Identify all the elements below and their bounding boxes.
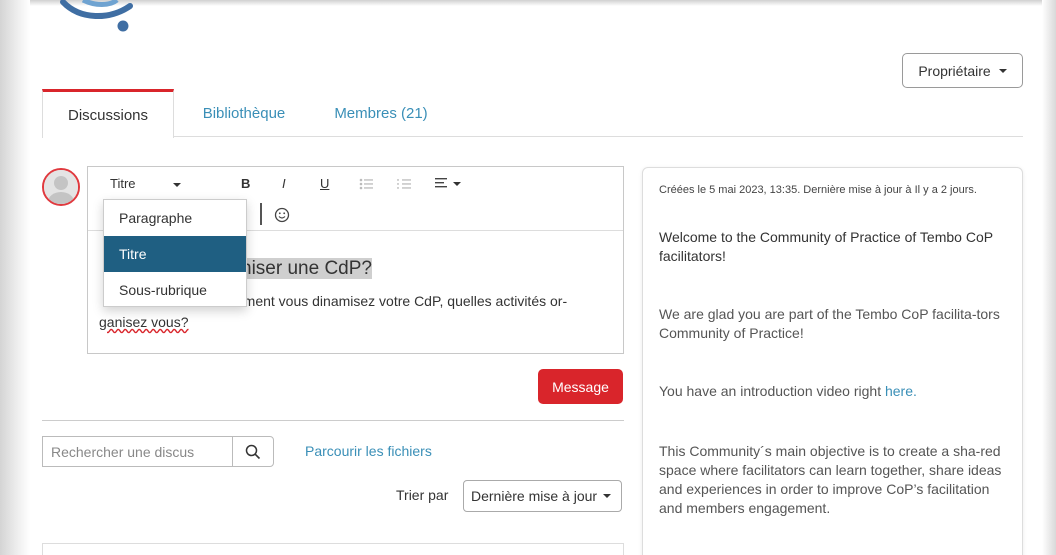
divider xyxy=(42,420,624,421)
emoji-icon[interactable] xyxy=(274,207,290,223)
editor-body-line: ganisez vous? xyxy=(99,314,189,330)
video-link[interactable]: here. xyxy=(885,383,917,399)
underline-button[interactable]: U xyxy=(320,176,329,191)
tab-members[interactable]: Membres (21) xyxy=(327,89,435,137)
search-icon xyxy=(245,444,261,459)
search-button[interactable] xyxy=(232,436,274,467)
page: Propriétaire Discussions Bibliothèque Me… xyxy=(0,0,1056,555)
browse-files-link[interactable]: Parcourir les fichiers xyxy=(305,443,432,459)
owner-menu-label: Propriétaire xyxy=(918,62,991,79)
format-select[interactable]: Titre xyxy=(110,176,136,191)
tab-discussions[interactable]: Discussions xyxy=(42,89,174,138)
message-button[interactable]: Message xyxy=(538,369,623,404)
sort-select[interactable]: Dernière mise à jour xyxy=(463,480,622,512)
avatar xyxy=(42,168,80,206)
community-meta: Créées le 5 mai 2023, 13:35. Dernière mi… xyxy=(659,184,977,196)
format-option-subheading[interactable]: Sous-rubrique xyxy=(104,272,246,308)
window-shadow-left xyxy=(0,0,30,555)
logo-icon xyxy=(60,0,133,32)
video-text-prefix: You have an introduction video right xyxy=(659,383,885,399)
bold-button[interactable]: B xyxy=(241,176,250,191)
user-placeholder-icon xyxy=(44,170,78,204)
editor-heading: niser une CdP? xyxy=(241,258,372,279)
bullet-list-icon[interactable] xyxy=(359,178,373,190)
format-option-paragraph[interactable]: Paragraphe xyxy=(104,200,246,236)
objective-text: This Community´s main objective is to cr… xyxy=(659,443,1002,516)
discussion-list xyxy=(42,543,624,555)
align-icon[interactable] xyxy=(435,178,449,188)
video-text: You have an introduction video right her… xyxy=(659,382,1009,401)
chevron-down-icon xyxy=(998,68,1007,73)
sort-selected: Dernière mise à jour xyxy=(471,488,598,504)
window-shadow-top xyxy=(0,0,1056,6)
community-info-card: Créées le 5 mai 2023, 13:35. Dernière mi… xyxy=(642,167,1023,555)
window-shadow-right xyxy=(1042,0,1056,555)
italic-button[interactable]: I xyxy=(282,176,286,191)
toolbar-separator xyxy=(260,203,262,225)
search-input[interactable]: Rechercher une discus xyxy=(42,436,232,467)
glad-text: We are glad you are part of the Tembo Co… xyxy=(659,306,1000,341)
tab-library[interactable]: Bibliothèque xyxy=(194,89,294,137)
format-option-title[interactable]: Titre xyxy=(104,236,246,272)
tab-bar: Discussions Bibliothèque Membres (21) xyxy=(42,89,1023,138)
numbered-list-icon[interactable] xyxy=(397,178,411,190)
sort-label: Trier par xyxy=(396,487,449,503)
chevron-down-icon xyxy=(603,494,612,498)
format-dropdown: Paragraphe Titre Sous-rubrique xyxy=(103,199,247,307)
chevron-down-icon[interactable] xyxy=(173,183,181,187)
welcome-text: Welcome to the Community of Practice of … xyxy=(659,229,993,264)
chevron-down-icon[interactable] xyxy=(453,182,461,186)
owner-menu-button[interactable]: Propriétaire xyxy=(902,53,1023,88)
